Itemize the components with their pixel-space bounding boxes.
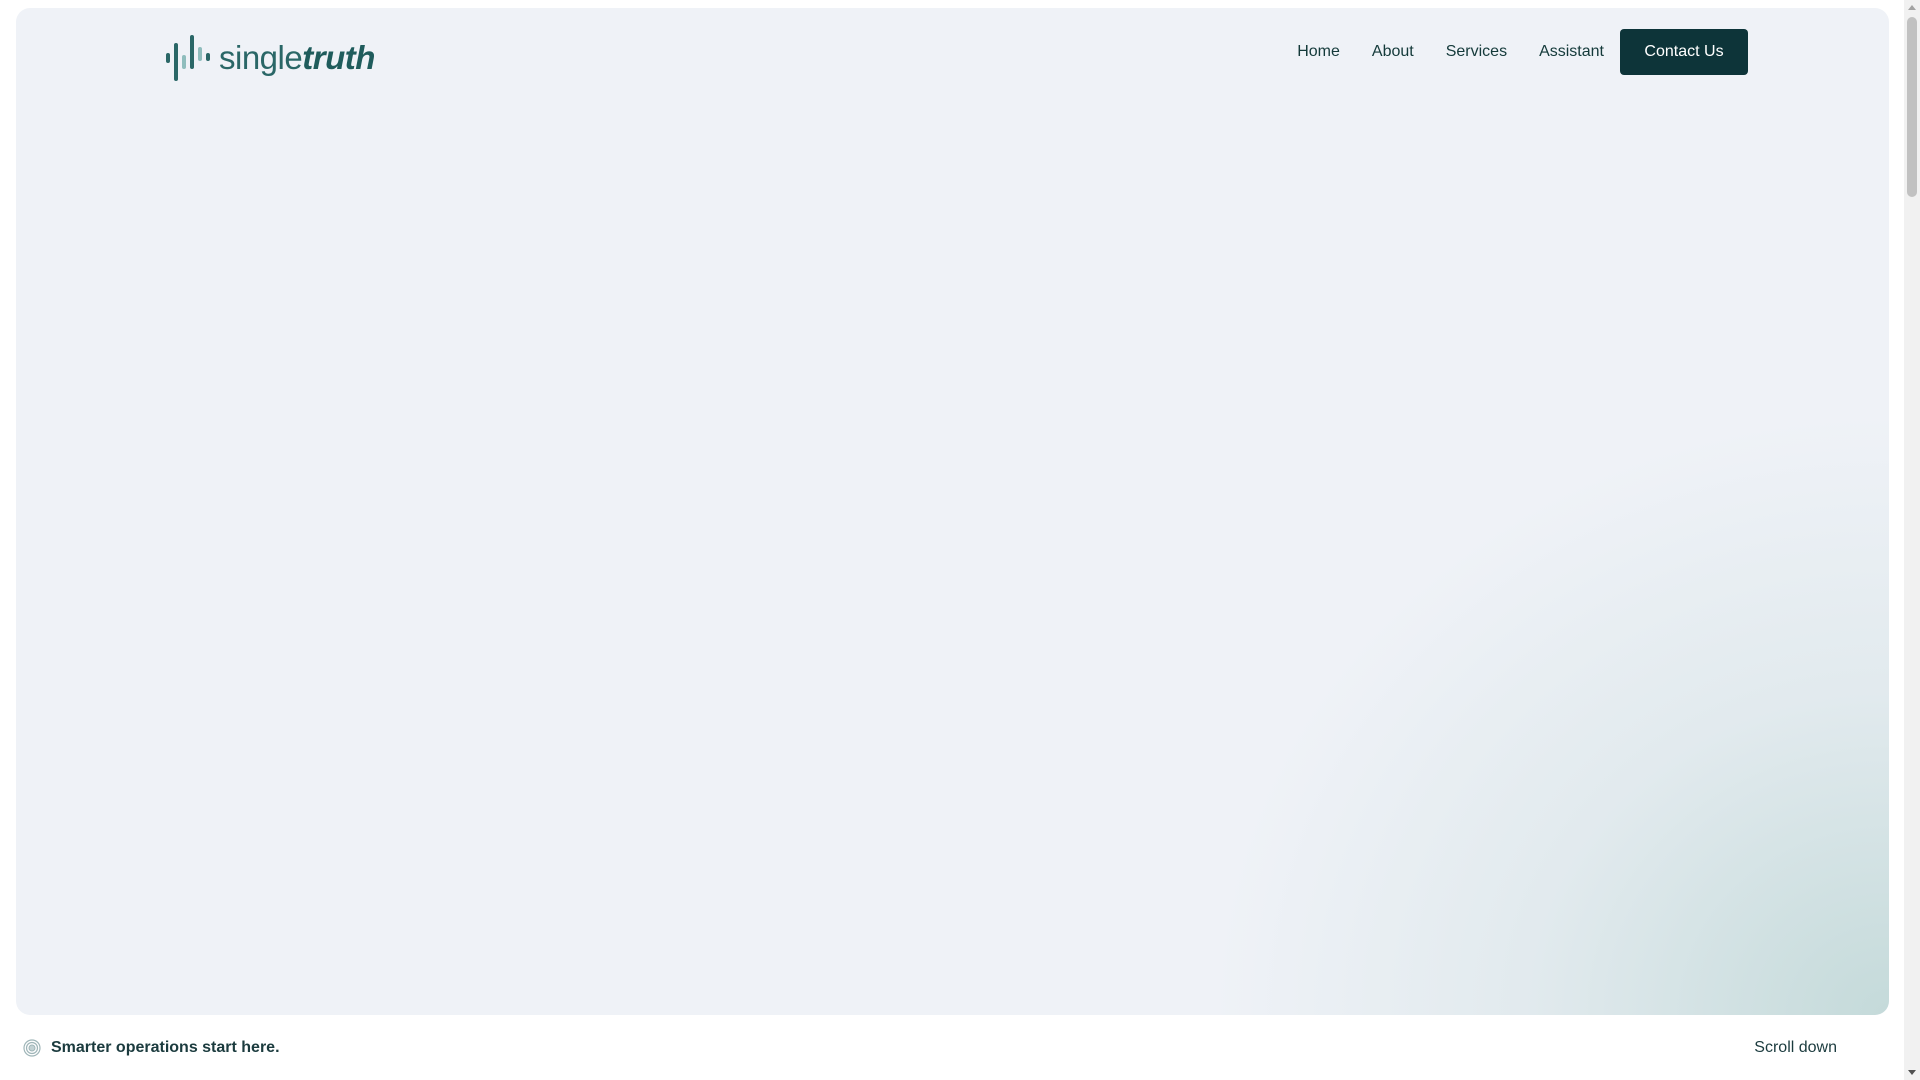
- waveform-logo-icon: [166, 35, 210, 81]
- scroll-up-arrow-icon[interactable]: [1908, 5, 1916, 10]
- navbar: singletruth Home About Services Assistan…: [16, 8, 1889, 96]
- nav-link-home[interactable]: Home: [1297, 43, 1340, 61]
- nav-link-about[interactable]: About: [1372, 43, 1414, 61]
- brand-name-bold: truth: [302, 38, 375, 76]
- scroll-down-link[interactable]: Scroll down: [1754, 1039, 1837, 1057]
- tagline-text: Smarter operations start here.: [51, 1039, 280, 1056]
- brand-name-regular: single: [219, 38, 303, 76]
- hero-footer-bar: Smarter operations start here. Scroll do…: [0, 1020, 1920, 1076]
- tagline: Smarter operations start here.: [23, 1039, 280, 1057]
- page-scrollbar[interactable]: [1904, 0, 1920, 1080]
- contact-us-button[interactable]: Contact Us: [1620, 29, 1748, 75]
- target-icon: [23, 1039, 41, 1057]
- hero-section: singletruth Home About Services Assistan…: [16, 8, 1889, 1015]
- main-nav: Home About Services Assistant Contact Us: [1297, 29, 1748, 75]
- page: singletruth Home About Services Assistan…: [0, 0, 1920, 1080]
- brand-logo[interactable]: singletruth: [165, 32, 375, 82]
- scroll-down-arrow-icon[interactable]: [1908, 1070, 1916, 1075]
- nav-link-assistant[interactable]: Assistant: [1539, 43, 1604, 61]
- nav-link-services[interactable]: Services: [1446, 43, 1507, 61]
- scrollbar-thumb[interactable]: [1907, 17, 1917, 197]
- brand-wordmark: singletruth: [219, 41, 375, 74]
